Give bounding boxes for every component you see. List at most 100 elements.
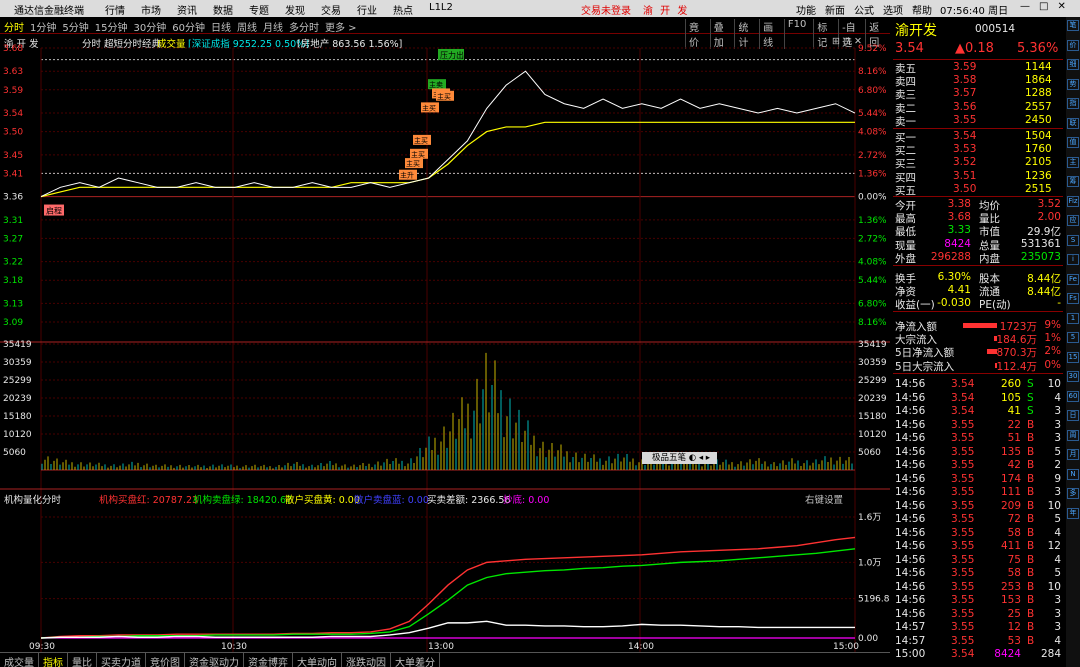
side-strip-item[interactable]: 5 [1067, 332, 1079, 343]
side-strip-item[interactable]: i [1067, 254, 1079, 265]
menu-item-news[interactable]: 资讯 [177, 2, 213, 17]
tab-big-order-trend[interactable]: 大单动向 [293, 653, 342, 667]
side-strip-item[interactable]: Fe [1067, 273, 1079, 285]
side-strip-item[interactable]: 筹 [1067, 176, 1079, 187]
tab-big-order-diff[interactable]: 大单差分 [391, 653, 440, 667]
tick-count: 3 [1054, 405, 1061, 417]
tick-volume: 253 [1000, 580, 1021, 593]
side-strip-item[interactable]: 1 [1067, 312, 1079, 324]
popup-controls-icon[interactable]: ◐ ◂ ▸ [689, 453, 710, 463]
menu-item-functions[interactable]: 功能 [796, 2, 816, 17]
menu-item-hotspot[interactable]: 热点 [393, 2, 429, 17]
menu-item-quotes[interactable]: 行情 [105, 2, 141, 17]
side-strip-item[interactable]: 主 [1067, 156, 1079, 168]
signal-tag-text: 主买 [437, 92, 451, 101]
tab-60min[interactable]: 60分钟 [172, 19, 205, 34]
side-strip-item[interactable]: 年 [1067, 507, 1079, 519]
side-strip-item[interactable]: S [1067, 234, 1079, 246]
side-strip-item[interactable]: 联 [1067, 117, 1079, 129]
tick-row: 14:56 3.55 75 B 4 [893, 554, 1061, 567]
tab-weekly[interactable]: 周线 [237, 19, 257, 34]
tab-daily[interactable]: 日线 [211, 19, 231, 34]
volume-tick-label-right: 20239 [858, 394, 887, 404]
tab-volume-ratio[interactable]: 量比 [68, 653, 97, 667]
menu-item-help[interactable]: 帮助 [912, 2, 932, 17]
tab-capital-game[interactable]: 资金博弈 [244, 653, 293, 667]
trade-login-status[interactable]: 交易未登录 [581, 2, 631, 17]
tick-time: 14:56 [895, 418, 926, 431]
side-strip-item[interactable]: 多 [1067, 488, 1079, 499]
side-strip-item[interactable]: 月 [1067, 449, 1079, 460]
side-strip-item[interactable]: 值 [1067, 137, 1079, 148]
side-strip-item[interactable]: N [1067, 468, 1079, 480]
tab-volume[interactable]: 成交量 [0, 653, 39, 667]
side-strip-item[interactable]: 日 [1067, 410, 1079, 421]
menu-item-industry[interactable]: 行业 [357, 2, 393, 17]
pct-tick-label: 6.80% [858, 299, 887, 309]
tab-multi-day[interactable]: 多分时 [289, 19, 319, 34]
tab-30min[interactable]: 30分钟 [133, 19, 166, 34]
tick-price: 3.54 [951, 648, 975, 660]
bid-volume: 2105 [1025, 156, 1052, 169]
menu-item-topics[interactable]: 专题 [249, 2, 285, 17]
pct-tick-label: 9.52% [858, 44, 887, 54]
tick-price: 3.55 [951, 553, 975, 566]
menu-item-trade[interactable]: 交易 [321, 2, 357, 17]
tab-buy-sell-force[interactable]: 买卖力道 [97, 653, 146, 667]
minimize-icon[interactable]: — [1020, 1, 1030, 12]
tick-row: 14:56 3.54 260 S 10 [893, 378, 1061, 391]
divider [893, 311, 1063, 312]
signal-tag-text: 主买 [414, 136, 428, 145]
side-strip-item[interactable]: 细 [1067, 59, 1079, 70]
side-strip-item[interactable]: 笔 [1067, 20, 1079, 31]
tab-more[interactable]: 更多 > [325, 19, 357, 34]
menu-item-formula[interactable]: 公式 [854, 2, 874, 17]
tab-5min[interactable]: 5分钟 [62, 19, 88, 34]
tab-rise-fall-cause[interactable]: 涨跌动因 [342, 653, 391, 667]
tick-count: 5 [1054, 513, 1061, 525]
side-strip-item[interactable]: 60 [1067, 390, 1079, 402]
side-strip-item[interactable]: 30 [1067, 371, 1079, 382]
inst-sell-value: 机构卖盘绿: 18420.67 [193, 495, 293, 506]
tick-time: 14:56 [895, 553, 926, 566]
stat-value: 4.41 [947, 284, 971, 297]
side-strip-item[interactable]: 势 [1067, 78, 1079, 90]
tab-15min[interactable]: 15分钟 [95, 19, 128, 34]
menu-item-options[interactable]: 选项 [883, 2, 903, 17]
side-strip-item[interactable]: 周 [1067, 429, 1079, 441]
side-strip-item[interactable]: 指 [1067, 98, 1079, 109]
side-strip-item[interactable]: 15 [1067, 351, 1079, 363]
stat-value: 3.52 [1037, 198, 1061, 210]
side-strip-item[interactable]: Fiz [1067, 195, 1079, 207]
intraday-chart[interactable]: 3.68 9.52% 3.63 8.16% 3.59 6.80% 3.54 5.44% 3.50… [0, 40, 890, 652]
menu-item-l1l2[interactable]: L1L2 [429, 2, 465, 17]
tick-price: 3.55 [951, 445, 975, 458]
side-strip: 笔价细势指联值主筹 Fiz 应 Si Fe Fs 1 5 15 30 60 日周月 N 多年 [1066, 17, 1080, 667]
tick-row: 14:56 3.55 111 B 3 [893, 486, 1061, 499]
tick-price: 3.55 [951, 580, 975, 593]
stat-value: 8424 [944, 237, 971, 250]
price-tick-label: 3.18 [3, 276, 23, 286]
menu-item-discover[interactable]: 发现 [285, 2, 321, 17]
side-strip-item[interactable]: 应 [1067, 215, 1079, 226]
tick-row: 14:56 3.55 42 B 2 [893, 459, 1061, 472]
menu-item-data[interactable]: 数据 [213, 2, 249, 17]
tick-row: 14:56 3.55 58 B 5 [893, 567, 1061, 580]
side-strip-item[interactable]: 价 [1067, 39, 1079, 51]
tab-indicator[interactable]: 指标 [39, 653, 68, 667]
price-tick-label: 3.31 [3, 216, 23, 226]
tab-monthly[interactable]: 月线 [263, 19, 283, 34]
divider [893, 373, 1063, 374]
close-icon[interactable]: ✕ [1057, 1, 1065, 12]
menu-item-new-screen[interactable]: 新面 [825, 2, 845, 17]
tab-auction-chart[interactable]: 竞价图 [146, 653, 185, 667]
maximize-icon[interactable]: □ [1039, 1, 1048, 12]
side-strip-item[interactable]: Fs [1067, 293, 1079, 304]
right-click-settings[interactable]: 右键设置 [805, 492, 843, 506]
tick-time: 14:56 [895, 607, 926, 620]
menu-item-market[interactable]: 市场 [141, 2, 177, 17]
wubi-popup[interactable]: 极品五笔 ◐ ◂ ▸ [642, 452, 717, 464]
tab-capital-drive[interactable]: 资金驱动力 [185, 653, 244, 667]
tab-intraday[interactable]: 分时 [4, 19, 24, 34]
tab-1min[interactable]: 1分钟 [30, 19, 56, 34]
